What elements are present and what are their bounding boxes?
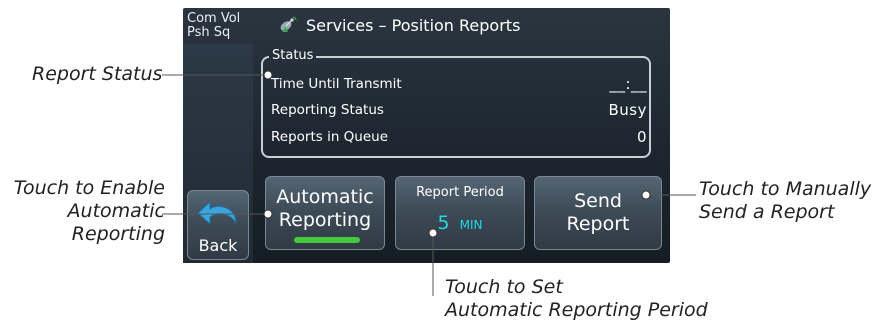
- com-volume-knob-label: Com Vol Psh Sq: [187, 11, 241, 40]
- status-row-value: Busy: [608, 101, 647, 119]
- status-row-reports-in-queue: Reports in Queue 0: [271, 128, 647, 146]
- status-row-time-until-transmit: Time Until Transmit __:__: [271, 75, 647, 93]
- status-row-label: Reporting Status: [271, 102, 384, 118]
- send-report-button[interactable]: Send Report: [534, 176, 662, 250]
- report-period-number: 5: [437, 211, 450, 234]
- callout-set-period: Touch to Set Automatic Reporting Period: [445, 276, 708, 321]
- page-title: Services – Position Reports: [278, 13, 520, 37]
- automatic-reporting-button[interactable]: Automatic Reporting: [265, 176, 385, 250]
- status-row-reporting-status: Reporting Status Busy: [271, 101, 647, 119]
- report-period-unit: MIN: [459, 217, 483, 232]
- back-arrow-icon: [197, 200, 237, 226]
- status-row-value: __:__: [609, 75, 647, 93]
- device-screen: Com Vol Psh Sq Services – Position Repor…: [183, 8, 670, 263]
- status-row-label: Time Until Transmit: [271, 76, 402, 92]
- callout-manual-send: Touch to Manually Send a Report: [699, 178, 872, 223]
- back-button-label: Back: [198, 236, 238, 255]
- send-report-label: Send Report: [566, 190, 630, 235]
- status-row-label: Reports in Queue: [271, 129, 389, 145]
- automatic-reporting-label: Automatic Reporting: [276, 186, 374, 231]
- report-period-label: Report Period: [416, 184, 504, 200]
- page-title-text: Services – Position Reports: [306, 15, 521, 35]
- satellite-dish-icon: [280, 16, 297, 32]
- report-period-value: 5 MIN: [438, 212, 483, 234]
- callout-report-status: Report Status: [32, 63, 163, 85]
- active-indicator-bar: [294, 237, 360, 243]
- back-button[interactable]: Back: [187, 190, 249, 260]
- callout-enable-automatic: Touch to Enable Automatic Reporting: [13, 177, 165, 245]
- status-row-value: 0: [636, 128, 647, 146]
- report-period-button[interactable]: Report Period 5 MIN: [395, 176, 525, 250]
- status-legend: Status: [269, 48, 317, 63]
